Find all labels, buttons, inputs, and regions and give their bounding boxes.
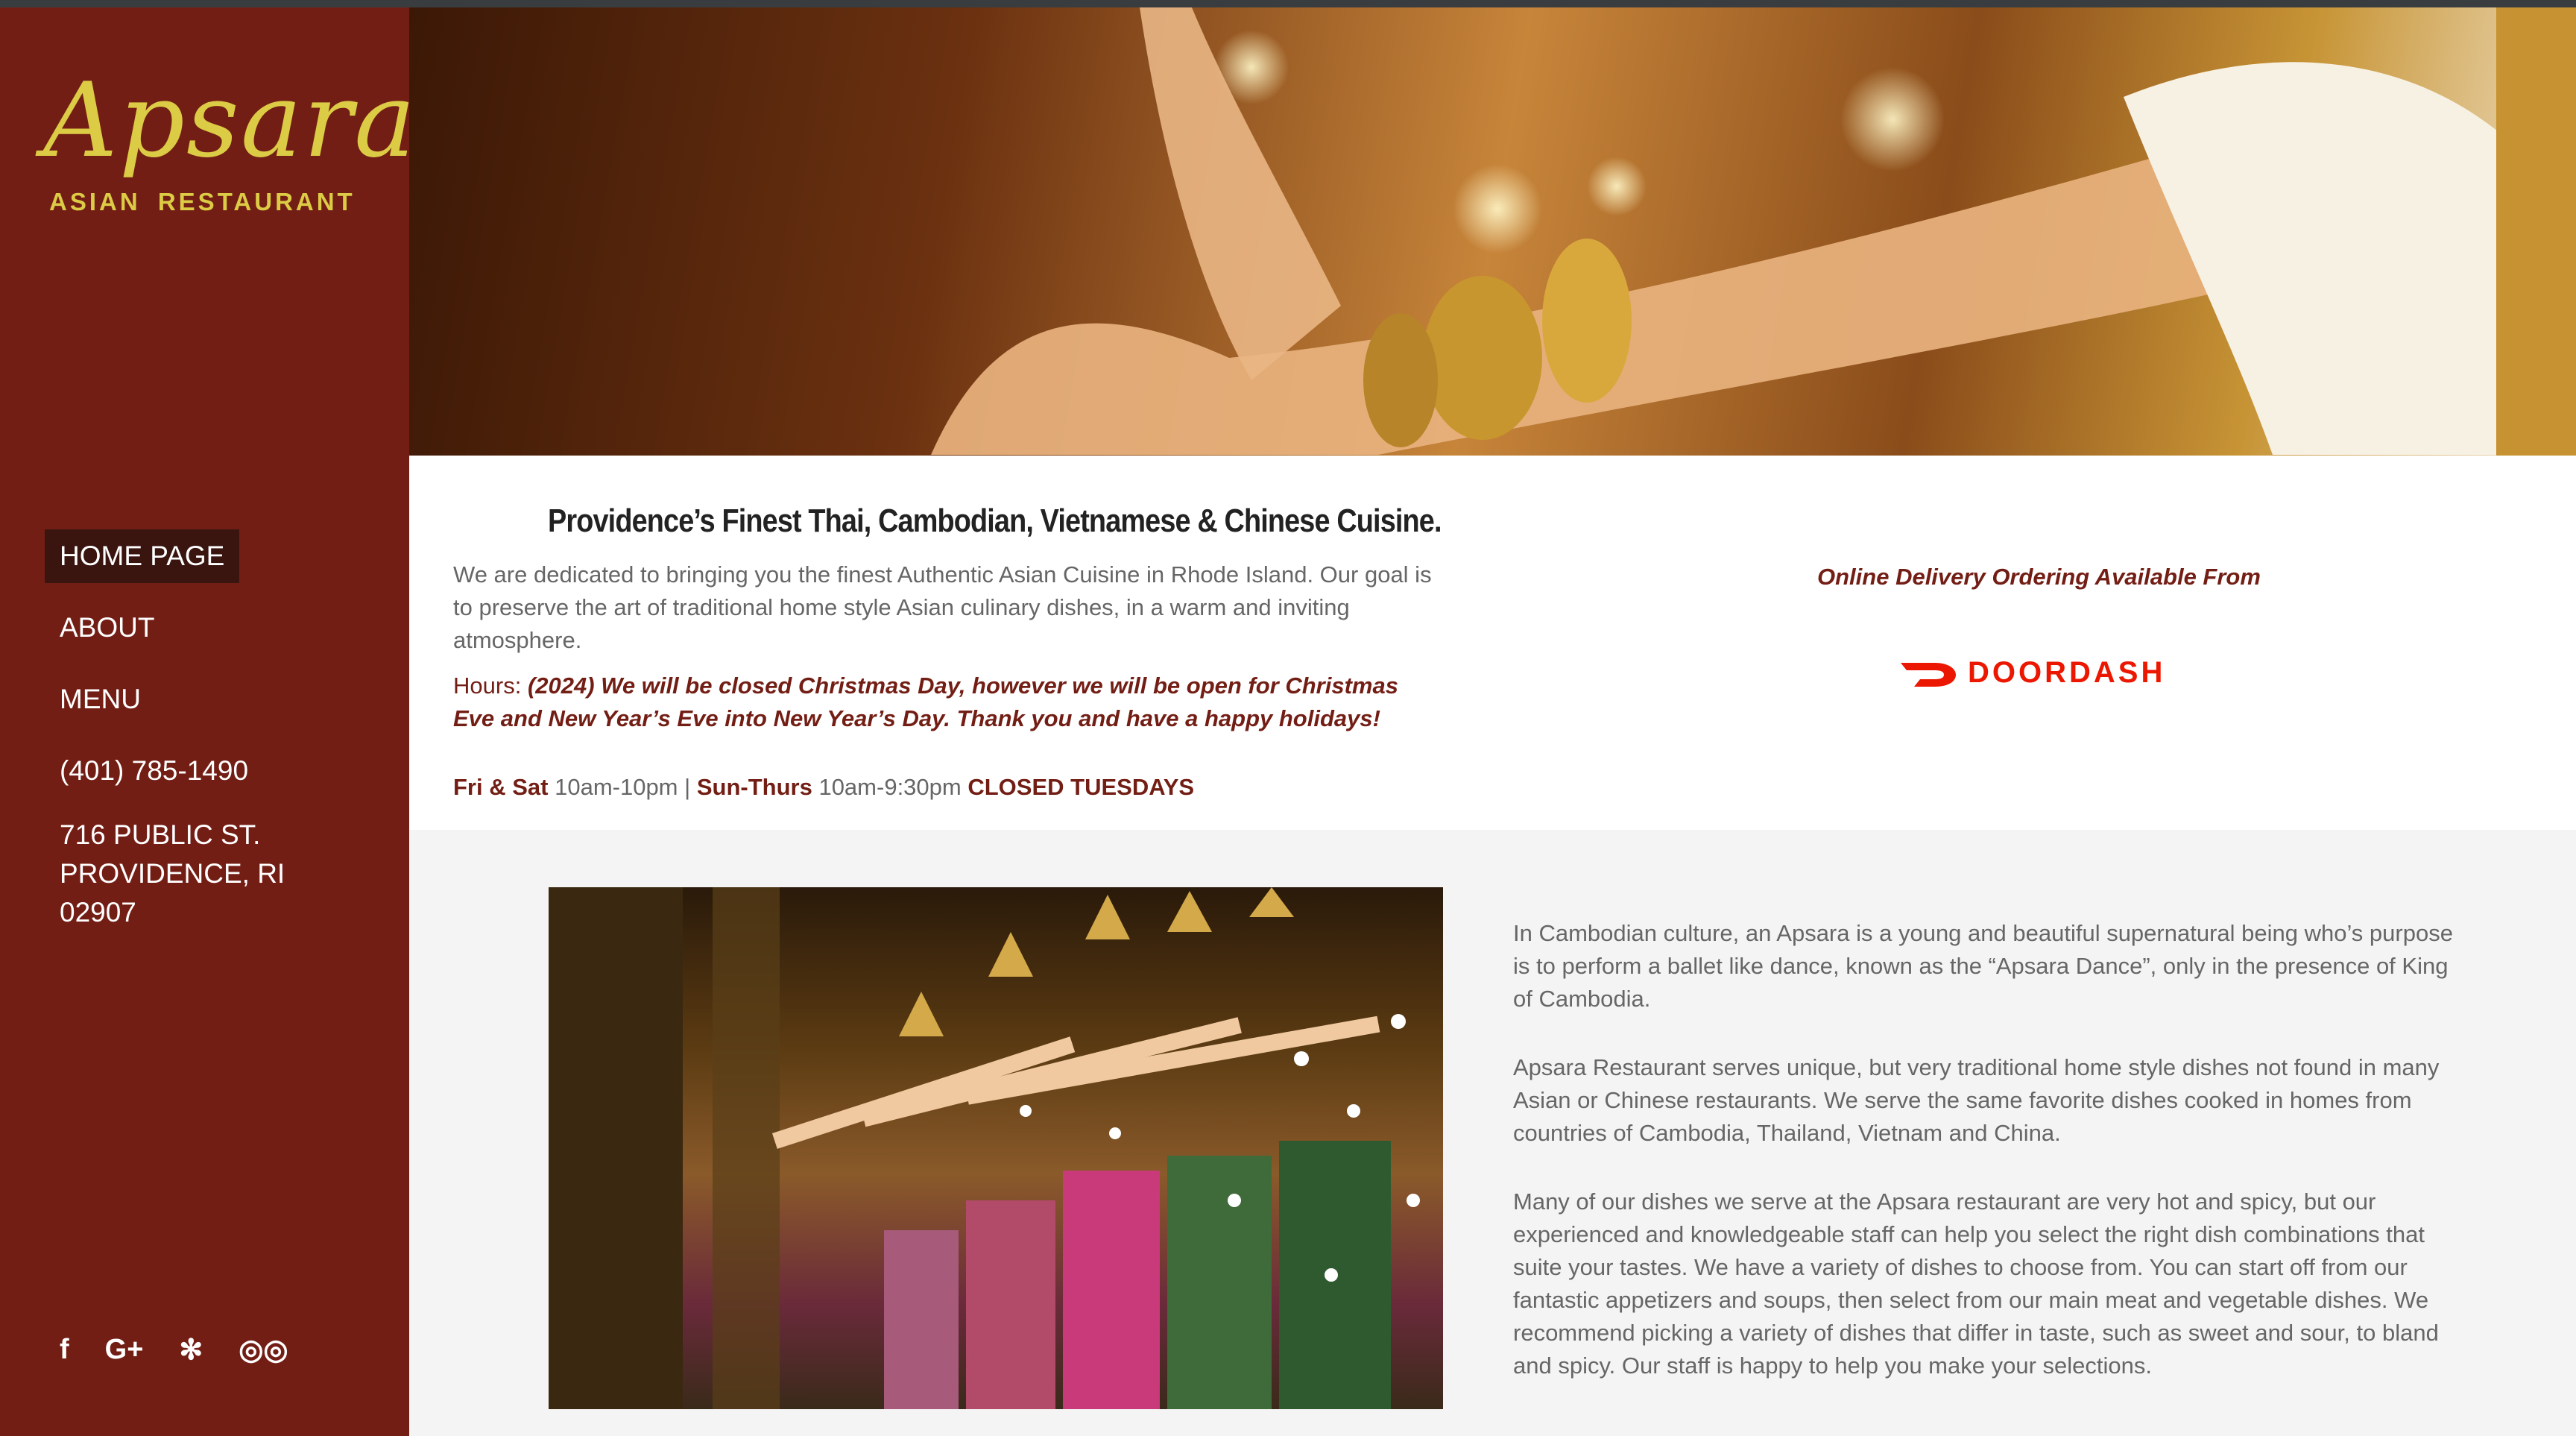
social-links: f G+ ✻ ◎◎	[60, 1333, 288, 1367]
about-paragraph: Apsara Restaurant serves unique, but ver…	[1513, 1054, 2440, 1146]
page-headline: Providence’s Finest Thai, Cambodian, Vie…	[548, 503, 1442, 540]
tripadvisor-icon[interactable]: ◎◎	[239, 1333, 288, 1367]
doordash-icon	[1901, 662, 1956, 687]
logo[interactable]: Apsara ASIAN RESTAURANT	[43, 61, 415, 225]
address-line: 02907	[60, 897, 136, 928]
hours-notice: Hours: (2024) We will be closed Christma…	[453, 670, 1445, 735]
about-paragraph: Many of our dishes we serve at the Apsar…	[1513, 1188, 2439, 1379]
hero-illustration	[931, 7, 2576, 456]
opening-times: Fri & Sat 10am-10pm | Sun-Thurs 10am-9:3…	[453, 771, 1194, 804]
about-paragraph: In Cambodian culture, an Apsara is a you…	[1513, 920, 2453, 1012]
top-bar	[0, 0, 2576, 7]
closed-notice: CLOSED TUESDAYS	[967, 774, 1195, 800]
about-text: In Cambodian culture, an Apsara is a you…	[1513, 917, 2467, 1418]
hours-label: Hours:	[453, 673, 522, 699]
doordash-link[interactable]: DOORDASH	[1899, 656, 2165, 690]
nav-item-menu[interactable]: MENU	[45, 673, 388, 726]
holiday-notice: (2024) We will be closed Christmas Day, …	[453, 673, 1398, 731]
doordash-label: DOORDASH	[1968, 656, 2166, 689]
address-line: 716 PUBLIC ST.	[60, 819, 261, 850]
google-plus-icon[interactable]: G+	[105, 1334, 144, 1366]
delivery-heading: Online Delivery Ordering Available From	[1817, 564, 2261, 590]
separator: |	[684, 774, 691, 800]
hero-image	[409, 7, 2576, 456]
fri-sat-label: Fri & Sat	[453, 774, 549, 800]
facebook-icon[interactable]: f	[60, 1334, 69, 1366]
nav-item-phone[interactable]: (401) 785-1490	[45, 744, 388, 798]
logo-script: Apsara	[43, 60, 417, 180]
address[interactable]: 716 PUBLIC ST. PROVIDENCE, RI 02907	[45, 816, 388, 932]
apsara-dancers-photo	[549, 887, 1443, 1409]
nav-item-home[interactable]: HOME PAGE	[45, 529, 240, 583]
sun-thu-label: Sun-Thurs	[696, 774, 812, 800]
yelp-icon[interactable]: ✻	[179, 1333, 203, 1367]
dancers-illustration	[549, 887, 1420, 1409]
nav-item-about[interactable]: ABOUT	[45, 601, 388, 655]
sun-thu-time: 10am-9:30pm	[818, 774, 962, 800]
logo-subtitle: ASIAN RESTAURANT	[49, 188, 356, 215]
main-nav: HOME PAGE ABOUT MENU (401) 785-1490 716 …	[45, 529, 388, 932]
fri-sat-time: 10am-10pm	[555, 774, 678, 800]
sidebar: Apsara ASIAN RESTAURANT HOME PAGE ABOUT …	[0, 7, 415, 1436]
intro-text: We are dedicated to bringing you the fin…	[453, 561, 1432, 653]
address-line: PROVIDENCE, RI	[60, 858, 285, 889]
